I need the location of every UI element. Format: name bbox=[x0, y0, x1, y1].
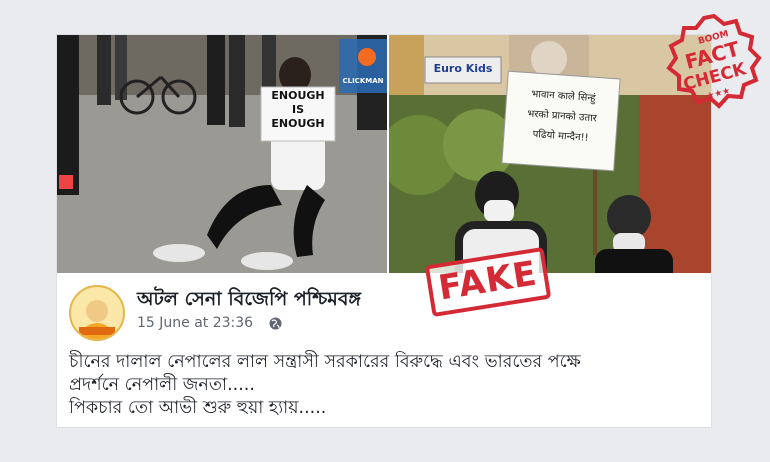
hindi-placard: भावान काले सिन्हुं भरको प्रानको उतार पढि… bbox=[505, 83, 619, 151]
page-logo-icon bbox=[71, 287, 123, 339]
enough-sign: ENOUGH IS ENOUGH bbox=[261, 89, 335, 131]
facebook-post-card: ENOUGH IS ENOUGH CLICKMAN Euro Kids भावा… bbox=[57, 35, 711, 427]
page-avatar[interactable] bbox=[69, 285, 125, 341]
sign-line: ENOUGH bbox=[271, 117, 325, 130]
protest-scene-left bbox=[57, 35, 387, 273]
protest-photo-right: Euro Kids भावान काले सिन्हुं भरको प्रानक… bbox=[389, 35, 711, 273]
fact-check-badge: BOOM FACT CHECK ★★★ bbox=[666, 13, 762, 109]
post-text-line: পিকচার তো আভী শুরু হুয়া হ্যায়..... bbox=[69, 398, 327, 418]
page-name-link[interactable]: অটল সেনা বিজেপি পশ্চিমবঙ্গ bbox=[137, 285, 361, 317]
post-body: অটল সেনা বিজেপি পশ্চিমবঙ্গ 15 June at 23… bbox=[57, 273, 711, 427]
globe-icon bbox=[269, 317, 282, 330]
post-text-line: চীনের দালাল নেপালের লাল সন্ত্রাসী সরকারে… bbox=[69, 352, 581, 372]
sign-line: ENOUGH bbox=[271, 89, 325, 102]
euro-kids-banner: Euro Kids bbox=[433, 62, 493, 75]
post-timestamp[interactable]: 15 June at 23:36 bbox=[137, 315, 253, 331]
protest-photo-left: ENOUGH IS ENOUGH CLICKMAN bbox=[57, 35, 387, 273]
post-message: চীনের দালাল নেপালের লাল সন্ত্রাসী সরকারে… bbox=[69, 351, 699, 420]
clickman-watermark: CLICKMAN bbox=[342, 77, 384, 85]
sign-line: IS bbox=[291, 103, 304, 116]
post-text-line: প্রদর্শনে নেপালী জনতা..... bbox=[69, 375, 255, 395]
